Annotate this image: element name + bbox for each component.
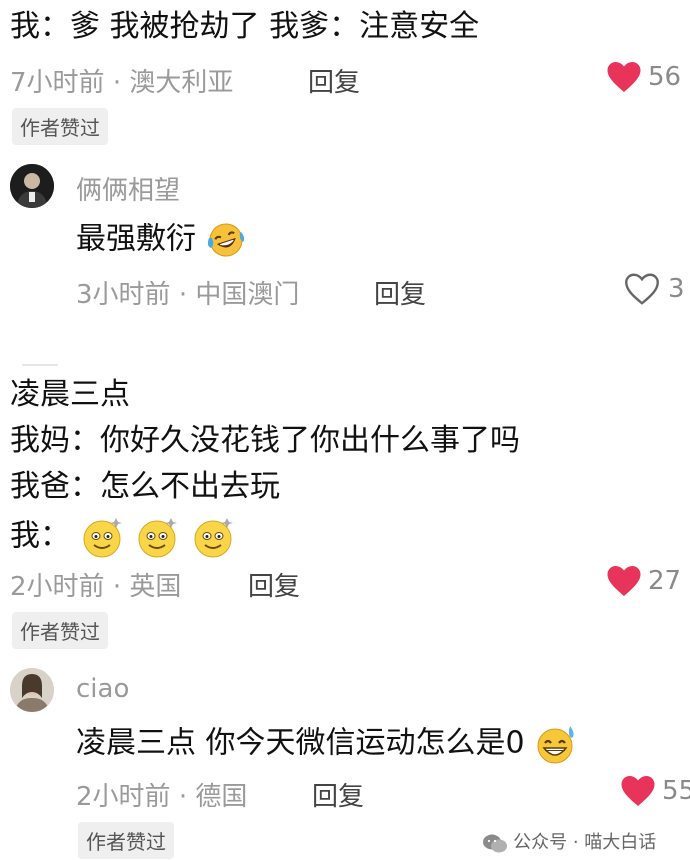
meta-separator: · (178, 782, 188, 812)
comment-4-username[interactable]: ciao (76, 674, 129, 704)
comment-3-reply-button[interactable]: 回复 (248, 566, 300, 603)
grin-sweat-emoji-icon (537, 726, 574, 764)
comment-3-line-3: 我爸：怎么不出去玩 (10, 469, 280, 504)
comment-1-like-button[interactable] (606, 60, 642, 94)
heart-filled-icon (621, 776, 655, 806)
watermark-text: 公众号 · 喵大白话 (513, 832, 657, 853)
avatar[interactable] (10, 164, 54, 208)
avatar[interactable] (10, 668, 54, 712)
watermark: 公众号 · 喵大白话 (482, 828, 656, 855)
comment-2-like-button[interactable] (624, 272, 660, 306)
author-liked-badge: 作者赞过 (78, 822, 174, 859)
comment-4-reply-button[interactable]: 回复 (312, 776, 364, 813)
meta-separator: · (178, 280, 188, 310)
comment-4-like-count: 55 (662, 776, 690, 806)
comment-1-like-count: 56 (648, 62, 682, 92)
divider (22, 364, 58, 366)
sparkle-smile-emoji-icon (83, 518, 122, 558)
heart-filled-icon (607, 62, 641, 92)
laugh-cry-emoji-icon (207, 223, 244, 257)
comment-3-meta: 2小时前 · 英国 (10, 566, 181, 603)
meta-separator: · (112, 68, 122, 98)
comment-2-time: 3小时前 (76, 280, 171, 310)
comment-3-location: 英国 (129, 572, 182, 602)
wechat-icon (483, 834, 507, 852)
comment-2-like-count: 3 (668, 274, 685, 304)
comment-1-text: 我：爹 我被抢劫了 我爹：注意安全 (10, 9, 480, 44)
comment-4-location: 德国 (195, 782, 248, 812)
meta-separator: · (112, 572, 122, 602)
comment-2-meta: 3小时前 · 中国澳门 (76, 274, 299, 311)
author-liked-badge: 作者赞过 (12, 612, 108, 649)
comment-3-like-count: 27 (648, 566, 682, 596)
comment-1-location: 澳大利亚 (129, 68, 234, 98)
author-liked-badge: 作者赞过 (12, 108, 108, 145)
comment-3-line-4: 我： (10, 514, 237, 560)
comment-3-line-2: 我妈：你好久没花钱了你出什么事了吗 (10, 423, 520, 458)
avatar-portrait-icon (10, 668, 54, 712)
comment-1-meta: 7小时前 · 澳大利亚 (10, 62, 233, 99)
heart-filled-icon (607, 566, 641, 596)
sparkle-smile-emoji-icon (138, 518, 178, 558)
comment-3-like-button[interactable] (606, 564, 642, 598)
comment-1-reply-button[interactable]: 回复 (308, 62, 360, 99)
comment-4-like-button[interactable] (620, 774, 656, 808)
comment-3-time: 2小时前 (10, 572, 105, 602)
comment-2-text: 最强敷衍 (76, 221, 196, 257)
comment-3-line-1: 凌晨三点 (10, 377, 130, 412)
comment-4-text: 凌晨三点 你今天微信运动怎么是0 (76, 725, 525, 761)
comment-3-line-4-text: 我： (10, 518, 70, 554)
comment-4-time: 2小时前 (76, 782, 171, 812)
comment-2-username[interactable]: 俩俩相望 (76, 170, 180, 207)
comment-2-body: 最强敷衍 (76, 220, 246, 260)
comment-2-reply-button[interactable]: 回复 (374, 274, 426, 311)
comment-4-body: 凌晨三点 你今天微信运动怎么是0 (76, 722, 578, 766)
sparkle-smile-emoji-icon (194, 518, 233, 558)
comment-4-meta: 2小时前 · 德国 (76, 776, 247, 813)
comment-1-time: 7小时前 (10, 68, 105, 98)
comment-2-location: 中国澳门 (195, 280, 300, 310)
heart-outline-icon (625, 273, 659, 305)
avatar-portrait-icon (10, 164, 54, 208)
